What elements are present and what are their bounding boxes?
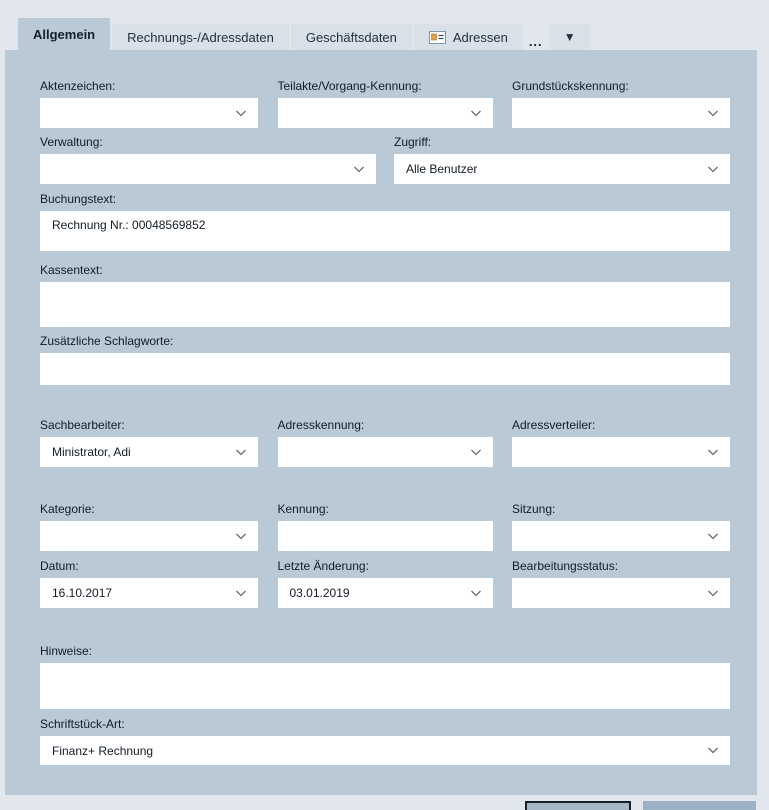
verwaltung-combobox[interactable]	[40, 154, 376, 184]
combobox-value: Finanz+ Rechnung	[52, 744, 153, 758]
chevron-down-icon	[353, 166, 365, 173]
chevron-down-icon	[707, 449, 719, 456]
kennung-label: Kennung:	[278, 502, 493, 516]
tab-page-allgemein: Aktenzeichen: Teilakte/Vorgang-Kennung: …	[5, 50, 757, 795]
tab-rechnungs-adressdaten[interactable]: Rechnungs-/Adressdaten	[112, 24, 289, 50]
form-row: Sachbearbeiter: Ministrator, Adi Adressk…	[40, 418, 730, 467]
verwaltung-label: Verwaltung:	[40, 135, 376, 149]
schriftstueck-art-combobox[interactable]: Finanz+ Rechnung	[40, 736, 730, 765]
bearbeitungsstatus-combobox[interactable]	[512, 578, 730, 608]
triangle-down-icon: ▼	[564, 31, 576, 43]
hinweise-label: Hinweise:	[40, 644, 730, 658]
form-row: Kassentext:	[40, 263, 730, 327]
chevron-down-icon	[235, 590, 247, 597]
combobox-value: Alle Benutzer	[406, 162, 477, 176]
chevron-down-icon	[707, 747, 719, 754]
kategorie-label: Kategorie:	[40, 502, 258, 516]
chevron-down-icon	[707, 533, 719, 540]
chevron-down-icon	[470, 110, 482, 117]
schlagworte-label: Zusätzliche Schlagworte:	[40, 334, 730, 348]
chevron-down-icon	[235, 110, 247, 117]
buchungstext-textarea[interactable]: Rechnung Nr.: 00048569852	[40, 211, 730, 251]
form-row: Kategorie: Kennung: Sitzung:	[40, 502, 730, 551]
chevron-down-icon	[707, 590, 719, 597]
form-row: Buchungstext: Rechnung Nr.: 00048569852	[40, 192, 730, 251]
adresskennung-label: Adresskennung:	[278, 418, 493, 432]
combobox-value: 03.01.2019	[290, 586, 350, 600]
chevron-down-icon	[235, 533, 247, 540]
tab-label: Rechnungs-/Adressdaten	[127, 30, 274, 45]
dialog-button-row: OK Abbrechen	[40, 801, 756, 810]
kassentext-label: Kassentext:	[40, 263, 730, 277]
chevron-down-icon	[470, 449, 482, 456]
schriftstueck-art-label: Schriftstück-Art:	[40, 717, 730, 731]
form-row: Datum: 16.10.2017 Letzte Änderung: 03.01…	[40, 559, 730, 608]
teilakte-label: Teilakte/Vorgang-Kennung:	[278, 79, 493, 93]
sitzung-combobox[interactable]	[512, 521, 730, 551]
sachbearbeiter-combobox[interactable]: Ministrator, Adi	[40, 437, 258, 467]
form-row: Schriftstück-Art: Finanz+ Rechnung	[40, 717, 730, 765]
tab-overflow-ellipsis[interactable]: ...	[525, 34, 547, 50]
tab-bar: Allgemein Rechnungs-/Adressdaten Geschäf…	[18, 18, 590, 50]
chevron-down-icon	[707, 166, 719, 173]
tab-list-dropdown-button[interactable]: ▼	[550, 24, 590, 50]
form-row: Zusätzliche Schlagworte:	[40, 334, 730, 385]
address-card-icon	[429, 31, 446, 44]
letzte-aenderung-combobox[interactable]: 03.01.2019	[278, 578, 493, 608]
ok-button[interactable]: OK	[525, 801, 631, 810]
tab-geschaeftsdaten[interactable]: Geschäftsdaten	[291, 24, 412, 50]
kassentext-textarea[interactable]	[40, 282, 730, 327]
adressverteiler-combobox[interactable]	[512, 437, 730, 467]
tab-label: Geschäftsdaten	[306, 30, 397, 45]
sachbearbeiter-label: Sachbearbeiter:	[40, 418, 258, 432]
kennung-input[interactable]	[278, 521, 493, 551]
letzte-aenderung-label: Letzte Änderung:	[278, 559, 493, 573]
combobox-value: 16.10.2017	[52, 586, 112, 600]
hinweise-textarea[interactable]	[40, 663, 730, 709]
datum-combobox[interactable]: 16.10.2017	[40, 578, 258, 608]
tab-label: Adressen	[453, 30, 508, 45]
form-row: Verwaltung: Zugriff: Alle Benutzer	[40, 135, 730, 184]
buchungstext-label: Buchungstext:	[40, 192, 730, 206]
tab-adressen[interactable]: Adressen	[414, 24, 523, 50]
combobox-value: Ministrator, Adi	[52, 445, 131, 459]
tab-label: Allgemein	[33, 27, 95, 42]
form-row: Aktenzeichen: Teilakte/Vorgang-Kennung: …	[40, 79, 730, 128]
schlagworte-input[interactable]	[40, 353, 730, 385]
grundstueckskennung-combobox[interactable]	[512, 98, 730, 128]
chevron-down-icon	[470, 590, 482, 597]
kategorie-combobox[interactable]	[40, 521, 258, 551]
zugriff-label: Zugriff:	[394, 135, 730, 149]
form-row: Hinweise:	[40, 644, 730, 709]
tab-allgemein[interactable]: Allgemein	[18, 18, 110, 50]
document-properties-dialog: Allgemein Rechnungs-/Adressdaten Geschäf…	[0, 0, 769, 810]
cancel-button[interactable]: Abbrechen	[643, 801, 756, 810]
chevron-down-icon	[707, 110, 719, 117]
bearbeitungsstatus-label: Bearbeitungsstatus:	[512, 559, 730, 573]
aktenzeichen-combobox[interactable]	[40, 98, 258, 128]
adressverteiler-label: Adressverteiler:	[512, 418, 730, 432]
teilakte-combobox[interactable]	[278, 98, 493, 128]
sitzung-label: Sitzung:	[512, 502, 730, 516]
adresskennung-combobox[interactable]	[278, 437, 493, 467]
datum-label: Datum:	[40, 559, 258, 573]
zugriff-combobox[interactable]: Alle Benutzer	[394, 154, 730, 184]
grundstueckskennung-label: Grundstückskennung:	[512, 79, 730, 93]
chevron-down-icon	[235, 449, 247, 456]
aktenzeichen-label: Aktenzeichen:	[40, 79, 258, 93]
